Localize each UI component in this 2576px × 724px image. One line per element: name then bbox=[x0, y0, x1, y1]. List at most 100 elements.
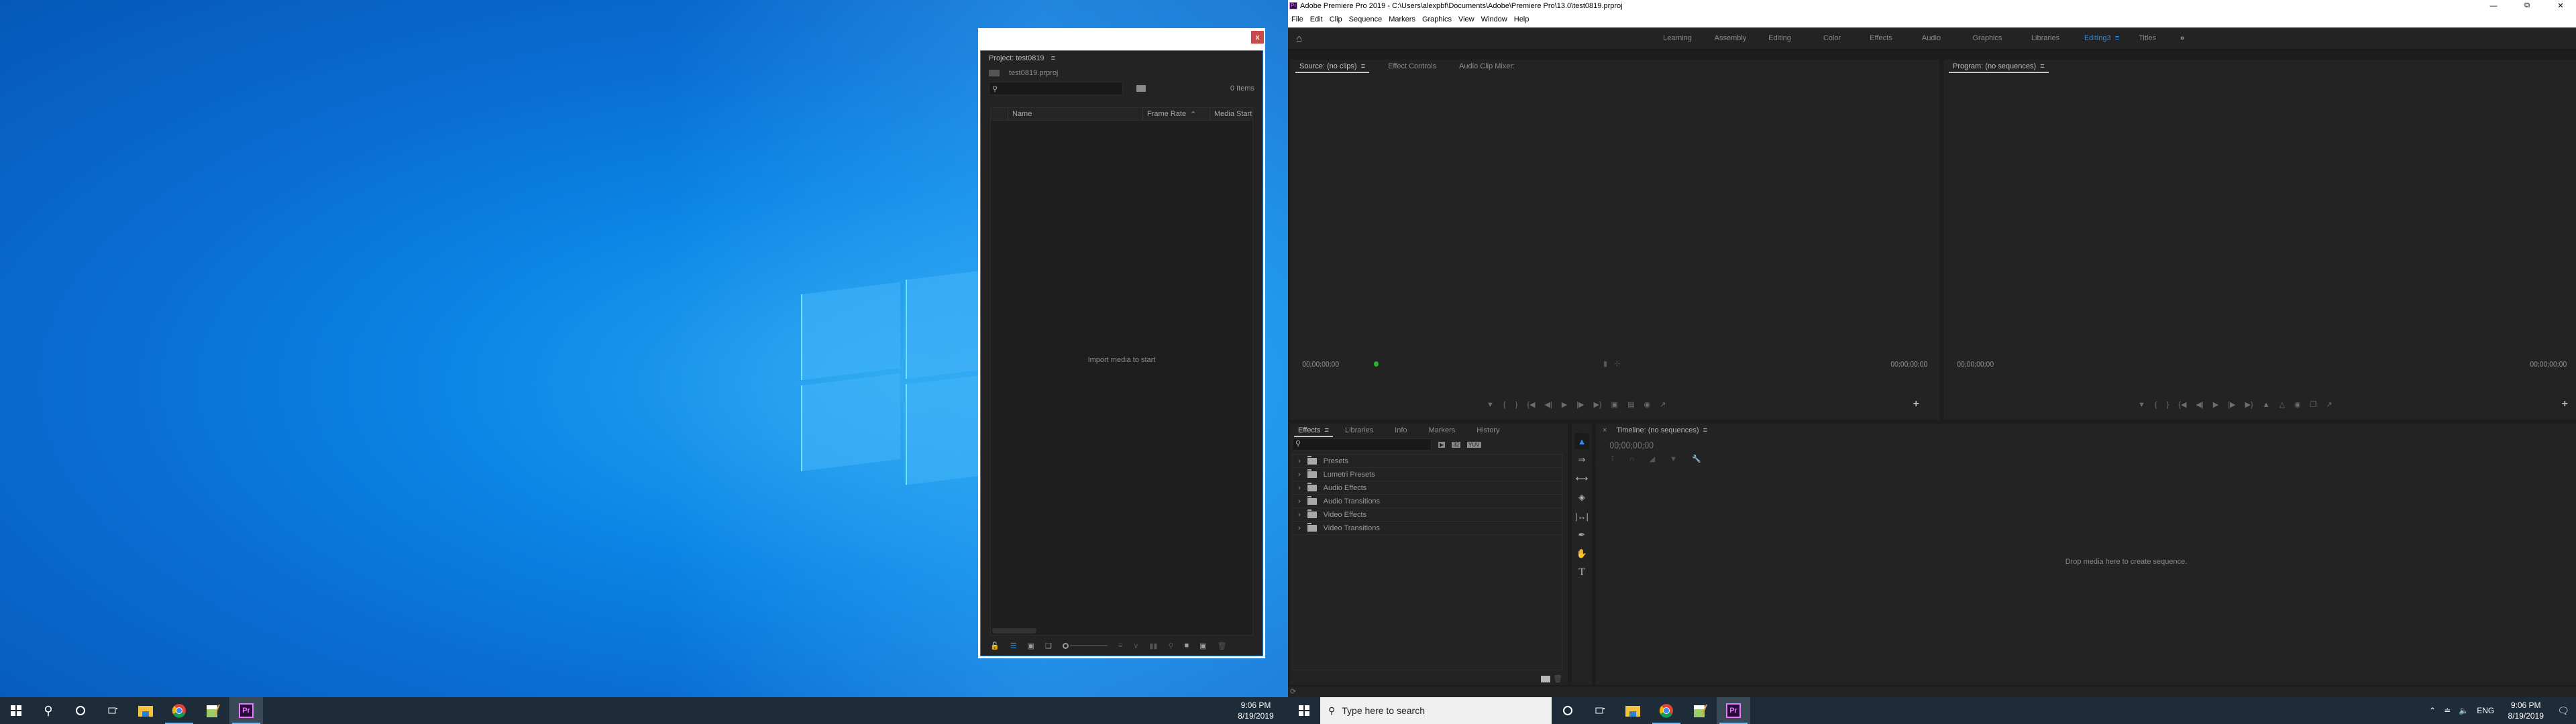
button-editor-add-icon[interactable]: + bbox=[2562, 398, 2568, 410]
parent-bin-icon[interactable] bbox=[989, 70, 1000, 76]
tab-audio-clip-mixer[interactable]: Audio Clip Mixer: bbox=[1455, 60, 1519, 73]
zoom-slider[interactable] bbox=[1062, 642, 1108, 649]
tab-program[interactable]: Program: (no sequences) ≡ bbox=[1949, 60, 2049, 73]
overwrite-icon[interactable]: ▤ bbox=[1627, 400, 1634, 409]
pen-tool-icon[interactable]: ✒ bbox=[1574, 527, 1589, 543]
workspace-titles[interactable]: Titles bbox=[2129, 34, 2165, 42]
go-to-out-icon[interactable]: ▶} bbox=[2245, 400, 2253, 409]
drag-audio-icon[interactable]: ⊹ bbox=[1614, 359, 1620, 368]
workspace-editing[interactable]: Editing bbox=[1753, 34, 1807, 42]
panel-menu-icon[interactable]: ≡ bbox=[1051, 54, 1055, 62]
close-window-button[interactable]: ✕ bbox=[2545, 1, 2576, 10]
play-icon[interactable]: ▶ bbox=[2213, 400, 2218, 409]
workspace-libraries[interactable]: Libraries bbox=[2017, 34, 2074, 42]
wifi-icon[interactable]: ≐ bbox=[2444, 706, 2451, 715]
yuv-filter[interactable]: YUV bbox=[1467, 441, 1481, 448]
tab-markers[interactable]: Markers bbox=[1425, 424, 1460, 437]
start-button[interactable] bbox=[1288, 697, 1320, 724]
column-frame-rate[interactable]: Frame Rate ⌃ bbox=[1142, 107, 1210, 121]
sort-icon[interactable]: ≡ bbox=[1118, 642, 1122, 650]
new-custom-bin-icon[interactable] bbox=[1541, 676, 1550, 682]
freeform-view-icon[interactable]: ❏ bbox=[1045, 642, 1052, 650]
lock-icon[interactable]: 🔓 bbox=[990, 642, 1000, 650]
effects-folder-audio-effects[interactable]: › Audio Effects bbox=[1293, 481, 1562, 495]
taskbar-clock[interactable]: 9:06 PM 8/19/2019 bbox=[1229, 700, 1283, 721]
tab-history[interactable]: History bbox=[1472, 424, 1503, 437]
tab-source[interactable]: Source: (no clips) ≡ bbox=[1295, 60, 1370, 73]
snap-icon[interactable]: ∩ bbox=[1629, 455, 1635, 463]
go-to-in-icon[interactable]: {◀ bbox=[2178, 400, 2186, 409]
automate-icon[interactable]: ∨ bbox=[1133, 642, 1138, 650]
track-select-tool-icon[interactable]: ⇒ bbox=[1574, 452, 1589, 468]
selection-tool-icon[interactable]: ▲ bbox=[1574, 433, 1589, 449]
taskbar-file-explorer[interactable] bbox=[1616, 697, 1650, 724]
comparison-view-icon[interactable]: ❐ bbox=[2310, 400, 2317, 409]
volume-icon[interactable]: 🔈 bbox=[2459, 706, 2469, 715]
linked-selection-icon[interactable]: ◢ bbox=[1650, 455, 1655, 463]
cortana-button[interactable] bbox=[64, 697, 97, 724]
workspace-color[interactable]: Color bbox=[1807, 34, 1858, 42]
insert-icon[interactable]: ▣ bbox=[1611, 400, 1618, 409]
new-item-icon[interactable]: ▣ bbox=[1199, 642, 1206, 650]
accelerated-effects-filter[interactable]: ▶ bbox=[1438, 441, 1446, 448]
taskbar-chrome[interactable] bbox=[1650, 697, 1683, 724]
source-playhead-timecode[interactable]: 00;00;00;00 bbox=[1302, 360, 1339, 369]
tab-effect-controls[interactable]: Effect Controls bbox=[1384, 60, 1440, 73]
lift-icon[interactable]: ▲ bbox=[2263, 401, 2270, 409]
go-to-in-icon[interactable]: {◀ bbox=[1527, 400, 1535, 409]
step-back-icon[interactable]: ◀| bbox=[2196, 400, 2203, 409]
tab-timeline[interactable]: Timeline: (no sequences) ≡ bbox=[1612, 424, 1711, 437]
sync-status-icon[interactable]: ⟳ bbox=[1290, 687, 1296, 696]
tab-effects[interactable]: Effects ≡ bbox=[1294, 424, 1333, 437]
delete-icon[interactable]: 🗑 bbox=[1553, 674, 1562, 683]
close-button[interactable]: x bbox=[1251, 31, 1264, 44]
menu-clip[interactable]: Clip bbox=[1326, 15, 1346, 23]
find-bin-icon[interactable] bbox=[1136, 85, 1146, 92]
workspace-graphics[interactable]: Graphics bbox=[1958, 34, 2017, 42]
tab-libraries[interactable]: Libraries bbox=[1341, 424, 1377, 437]
menu-window[interactable]: Window bbox=[1478, 15, 1511, 23]
menu-file[interactable]: File bbox=[1288, 15, 1307, 23]
taskbar-premiere[interactable]: Pr bbox=[229, 697, 263, 724]
taskbar-notepadpp[interactable] bbox=[1683, 697, 1717, 724]
play-icon[interactable]: ▶ bbox=[1562, 400, 1567, 409]
taskbar-chrome[interactable] bbox=[162, 697, 196, 724]
taskbar-clock[interactable]: 9:06 PM 8/19/2019 bbox=[2502, 700, 2549, 721]
taskbar-file-explorer[interactable] bbox=[129, 697, 162, 724]
list-view-icon[interactable]: ☰ bbox=[1010, 642, 1017, 650]
workspace-editing3[interactable]: Editing3 ≡ bbox=[2074, 34, 2129, 42]
workspace-effects[interactable]: Effects bbox=[1858, 34, 1904, 42]
razor-tool-icon[interactable]: ◈ bbox=[1574, 489, 1589, 505]
storyboard-icon[interactable]: ▮▮ bbox=[1149, 642, 1157, 650]
effects-search-input[interactable]: ⚲ bbox=[1292, 438, 1432, 450]
workspace-learning[interactable]: Learning bbox=[1647, 34, 1708, 42]
ripple-edit-tool-icon[interactable]: ⟷ bbox=[1574, 471, 1589, 487]
step-back-icon[interactable]: ◀| bbox=[1544, 400, 1552, 409]
menu-view[interactable]: View bbox=[1455, 15, 1478, 23]
menu-sequence[interactable]: Sequence bbox=[1346, 15, 1386, 23]
language-indicator[interactable]: ENG bbox=[2477, 706, 2494, 715]
task-view-button[interactable] bbox=[1584, 697, 1616, 724]
menu-edit[interactable]: Edit bbox=[1307, 15, 1326, 23]
show-hidden-icons-icon[interactable]: ⌃ bbox=[2429, 706, 2436, 715]
find-icon[interactable]: ⚲ bbox=[1168, 642, 1173, 650]
task-view-button[interactable] bbox=[97, 697, 129, 724]
export-frame-icon[interactable]: ◉ bbox=[1644, 400, 1650, 409]
drag-video-icon[interactable]: ▮ bbox=[1603, 359, 1607, 368]
slip-tool-icon[interactable]: |↔| bbox=[1574, 508, 1589, 524]
restore-button[interactable]: ⧉ bbox=[2512, 1, 2542, 10]
timeline-close-icon[interactable]: × bbox=[1603, 426, 1607, 434]
mark-out-icon[interactable]: } bbox=[2167, 401, 2169, 409]
effects-folder-lumetri-presets[interactable]: › Lumetri Presets bbox=[1293, 468, 1562, 481]
effects-folder-video-effects[interactable]: › Video Effects bbox=[1293, 508, 1562, 522]
mark-out-icon[interactable]: } bbox=[1515, 401, 1518, 409]
step-forward-icon[interactable]: |▶ bbox=[2228, 400, 2235, 409]
cortana-button[interactable] bbox=[1552, 697, 1584, 724]
workspace-assembly[interactable]: Assembly bbox=[1708, 34, 1753, 42]
menu-graphics[interactable]: Graphics bbox=[1419, 15, 1455, 23]
trash-icon[interactable]: 🗑 bbox=[1218, 642, 1227, 650]
export-frame-icon[interactable]: ◉ bbox=[2294, 400, 2301, 409]
hand-tool-icon[interactable]: ✋ bbox=[1574, 546, 1589, 562]
go-to-out-icon[interactable]: ▶} bbox=[1594, 400, 1602, 409]
start-button[interactable] bbox=[0, 697, 32, 724]
